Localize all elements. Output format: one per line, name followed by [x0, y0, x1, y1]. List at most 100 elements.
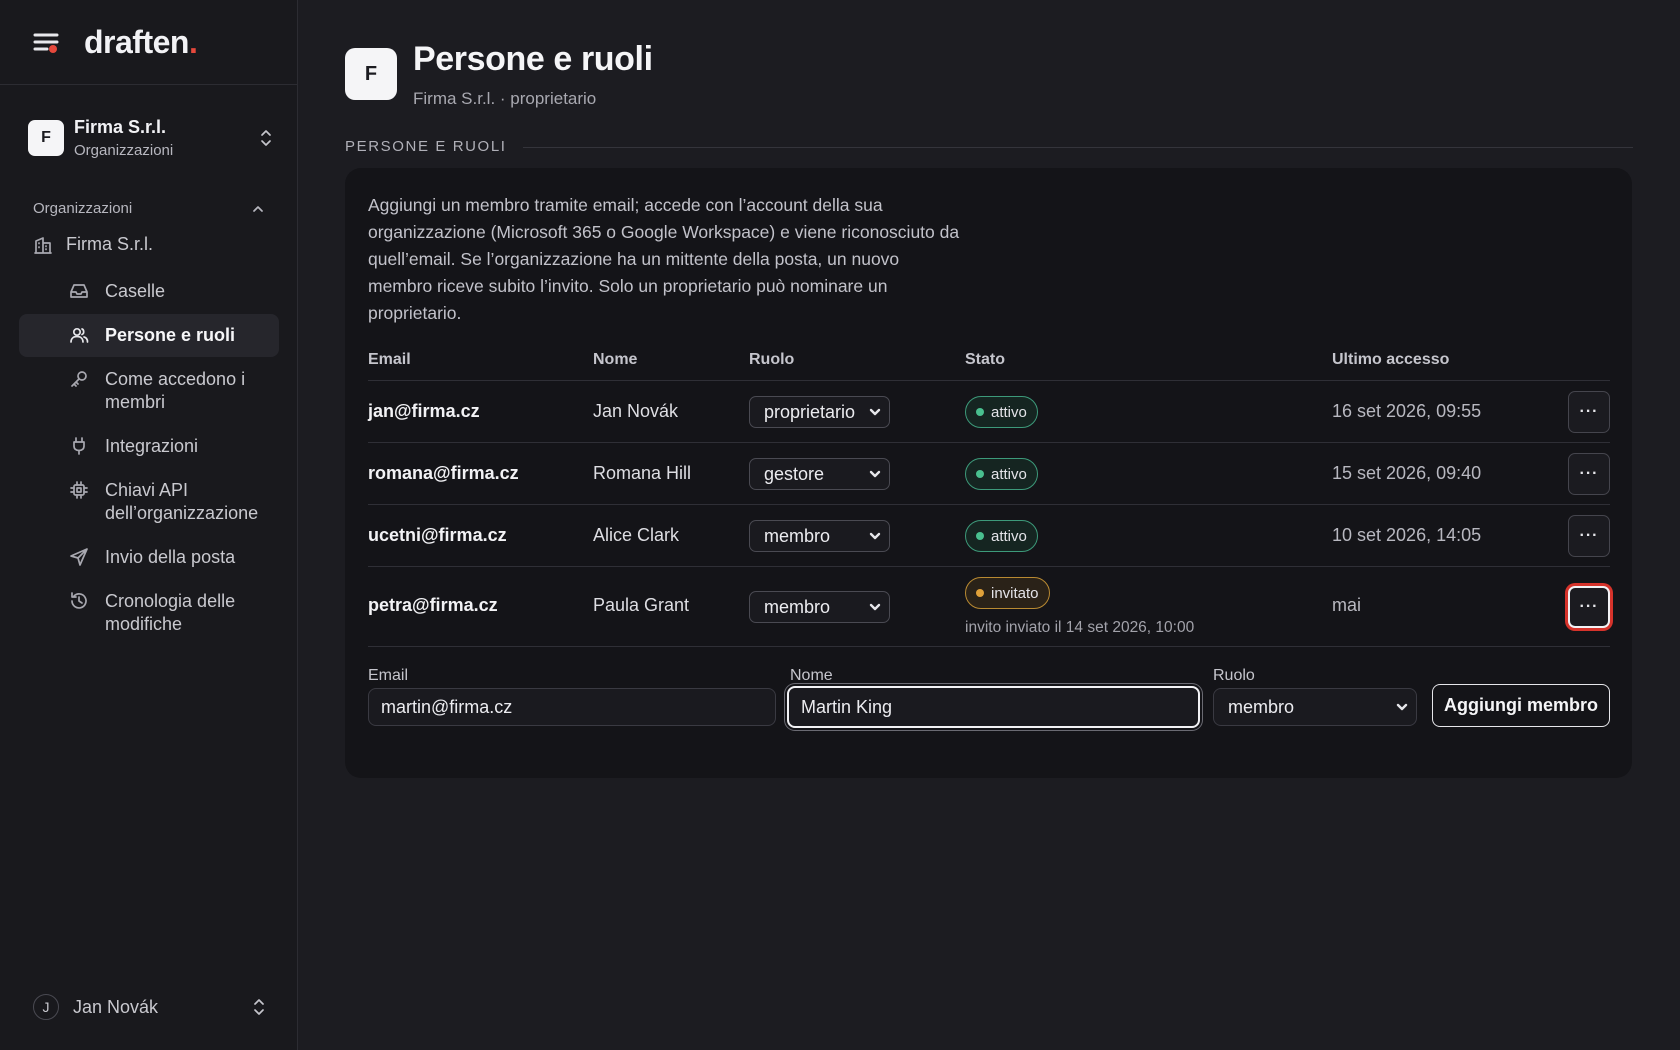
member-email: jan@firma.cz	[368, 401, 480, 421]
sidebar-item-caselle[interactable]: Caselle	[19, 270, 279, 313]
add-member-button[interactable]: Aggiungi membro	[1432, 684, 1610, 727]
send-icon	[69, 547, 89, 567]
sidebar-item-integrazioni[interactable]: Integrazioni	[19, 425, 279, 468]
member-email: romana@firma.cz	[368, 463, 519, 483]
sidebar-item-org-label: Firma S.r.l.	[66, 234, 154, 254]
col-role: Ruolo	[749, 351, 795, 368]
sidebar-item-label: Chiavi API dell’organizzazione	[105, 480, 259, 523]
role-label: Ruolo	[1213, 667, 1255, 684]
menu-icon[interactable]	[32, 29, 60, 55]
name-label: Nome	[790, 667, 833, 684]
row-actions-button[interactable]: ···	[1568, 453, 1610, 495]
sidebar: draften. F Firma S.r.l. Organizzazioni O…	[0, 0, 298, 1050]
user-menu[interactable]: J Jan Novák	[33, 994, 267, 1020]
col-state: Stato	[965, 351, 1005, 368]
sidebar-item-label: Invio della posta	[105, 547, 236, 567]
status-label: attivo	[991, 465, 1027, 483]
email-label: Email	[368, 667, 409, 684]
main-content: F Persone e ruoli Firma S.r.l. · proprie…	[298, 0, 1680, 1050]
last-access: 15 set 2026, 09:40	[1332, 463, 1482, 483]
sidebar-item-cronologia[interactable]: Cronologia delle modifiche	[19, 580, 279, 646]
more-icon: ···	[1579, 465, 1599, 482]
org-avatar: F	[28, 120, 64, 156]
role-select-value: membro	[764, 596, 831, 617]
page-title: Persone e ruoli	[413, 40, 653, 78]
invite-note: invito inviato il 14 set 2026, 10:00	[965, 619, 1195, 636]
status-badge: attivo	[965, 396, 1038, 428]
role-select-value: gestore	[764, 463, 825, 484]
page-org-avatar: F	[345, 48, 397, 100]
table-row: romana@firma.cz Romana Hill gestore atti…	[368, 443, 1610, 505]
notification-dot	[49, 45, 57, 53]
sidebar-item-persone-e-ruoli[interactable]: Persone e ruoli	[19, 314, 279, 357]
chip-icon	[69, 480, 89, 500]
chevron-down-icon	[1396, 701, 1408, 713]
member-name: Alice Clark	[593, 525, 680, 545]
org-switcher[interactable]: F Firma S.r.l. Organizzazioni	[28, 115, 274, 161]
chevron-down-icon	[869, 530, 881, 542]
status-dot	[976, 589, 984, 597]
role-select[interactable]: gestore	[749, 458, 890, 490]
status-badge: invitato	[965, 577, 1050, 609]
org-switcher-name: Firma S.r.l.	[74, 117, 167, 137]
role-select-value: proprietario	[764, 401, 856, 422]
table-row: jan@firma.cz Jan Novák proprietario atti…	[368, 381, 1610, 443]
intro-text: Aggiungi un membro tramite email; accede…	[368, 195, 960, 323]
row-actions-button[interactable]: ···	[1568, 586, 1610, 628]
last-access: mai	[1332, 595, 1362, 615]
page-subtitle: Firma S.r.l. · proprietario	[413, 89, 597, 108]
last-access: 16 set 2026, 09:55	[1332, 401, 1482, 421]
members-card: Aggiungi un membro tramite email; accede…	[345, 168, 1632, 778]
sidebar-item-chiavi-api[interactable]: Chiavi API dell’organizzazione	[19, 469, 279, 535]
brand-bar: draften.	[0, 0, 297, 85]
col-email: Email	[368, 351, 411, 368]
section-divider	[522, 147, 1633, 148]
user-avatar: J	[33, 994, 59, 1020]
row-actions-button[interactable]: ···	[1568, 391, 1610, 433]
section-title: PERSONE E RUOLI	[345, 138, 507, 155]
table-header: Email Nome Ruolo Stato Ultimo accesso	[368, 351, 1610, 381]
sidebar-nav: Caselle Persone e ruoli Come accedono i …	[19, 270, 279, 647]
history-icon	[69, 591, 89, 611]
new-role-select[interactable]: membro	[1213, 688, 1417, 726]
table-row: ucetni@firma.cz Alice Clark membro attiv…	[368, 505, 1610, 567]
chevron-down-icon	[869, 406, 881, 418]
section-header: PERSONE E RUOLI	[345, 138, 1633, 155]
status-label: attivo	[991, 403, 1027, 421]
sidebar-item-org[interactable]: Firma S.r.l.	[33, 234, 153, 255]
chevron-down-icon	[869, 468, 881, 480]
role-select-value: membro	[764, 525, 831, 546]
row-actions-button[interactable]: ···	[1568, 515, 1610, 557]
member-email: ucetni@firma.cz	[368, 525, 507, 545]
nav-section-label: Organizzazioni	[33, 200, 133, 217]
role-select[interactable]: membro	[749, 520, 890, 552]
building-icon	[33, 235, 53, 255]
page-header: F Persone e ruoli Firma S.r.l. · proprie…	[345, 40, 653, 109]
new-role-value: membro	[1228, 696, 1295, 717]
users-icon	[69, 325, 89, 345]
role-select[interactable]: proprietario	[749, 396, 890, 428]
inbox-icon	[69, 281, 89, 301]
key-icon	[69, 369, 89, 389]
more-icon: ···	[1579, 403, 1599, 420]
sidebar-item-label: Integrazioni	[105, 436, 199, 456]
status-dot	[976, 408, 984, 416]
member-name: Jan Novák	[593, 401, 679, 421]
sidebar-item-invio-posta[interactable]: Invio della posta	[19, 536, 279, 579]
status-label: attivo	[991, 527, 1027, 545]
name-field[interactable]: Martin King	[787, 686, 1200, 728]
sidebar-item-label: Cronologia delle modifiche	[105, 591, 236, 634]
col-last-access: Ultimo accesso	[1332, 351, 1450, 368]
email-field[interactable]: martin@firma.cz	[368, 688, 776, 726]
sidebar-item-come-accedono[interactable]: Come accedono i membri	[19, 358, 279, 424]
status-dot	[976, 532, 984, 540]
role-select[interactable]: membro	[749, 591, 890, 623]
col-name: Nome	[593, 351, 638, 368]
nav-section-organizzazioni[interactable]: Organizzazioni	[33, 200, 265, 217]
status-badge: attivo	[965, 520, 1038, 552]
member-name: Paula Grant	[593, 595, 690, 615]
sidebar-item-label: Come accedono i membri	[105, 369, 246, 412]
chevron-down-icon	[869, 601, 881, 613]
brand-logo[interactable]: draften.	[84, 24, 198, 61]
table-row: petra@firma.cz Paula Grant membro invita…	[368, 567, 1610, 647]
